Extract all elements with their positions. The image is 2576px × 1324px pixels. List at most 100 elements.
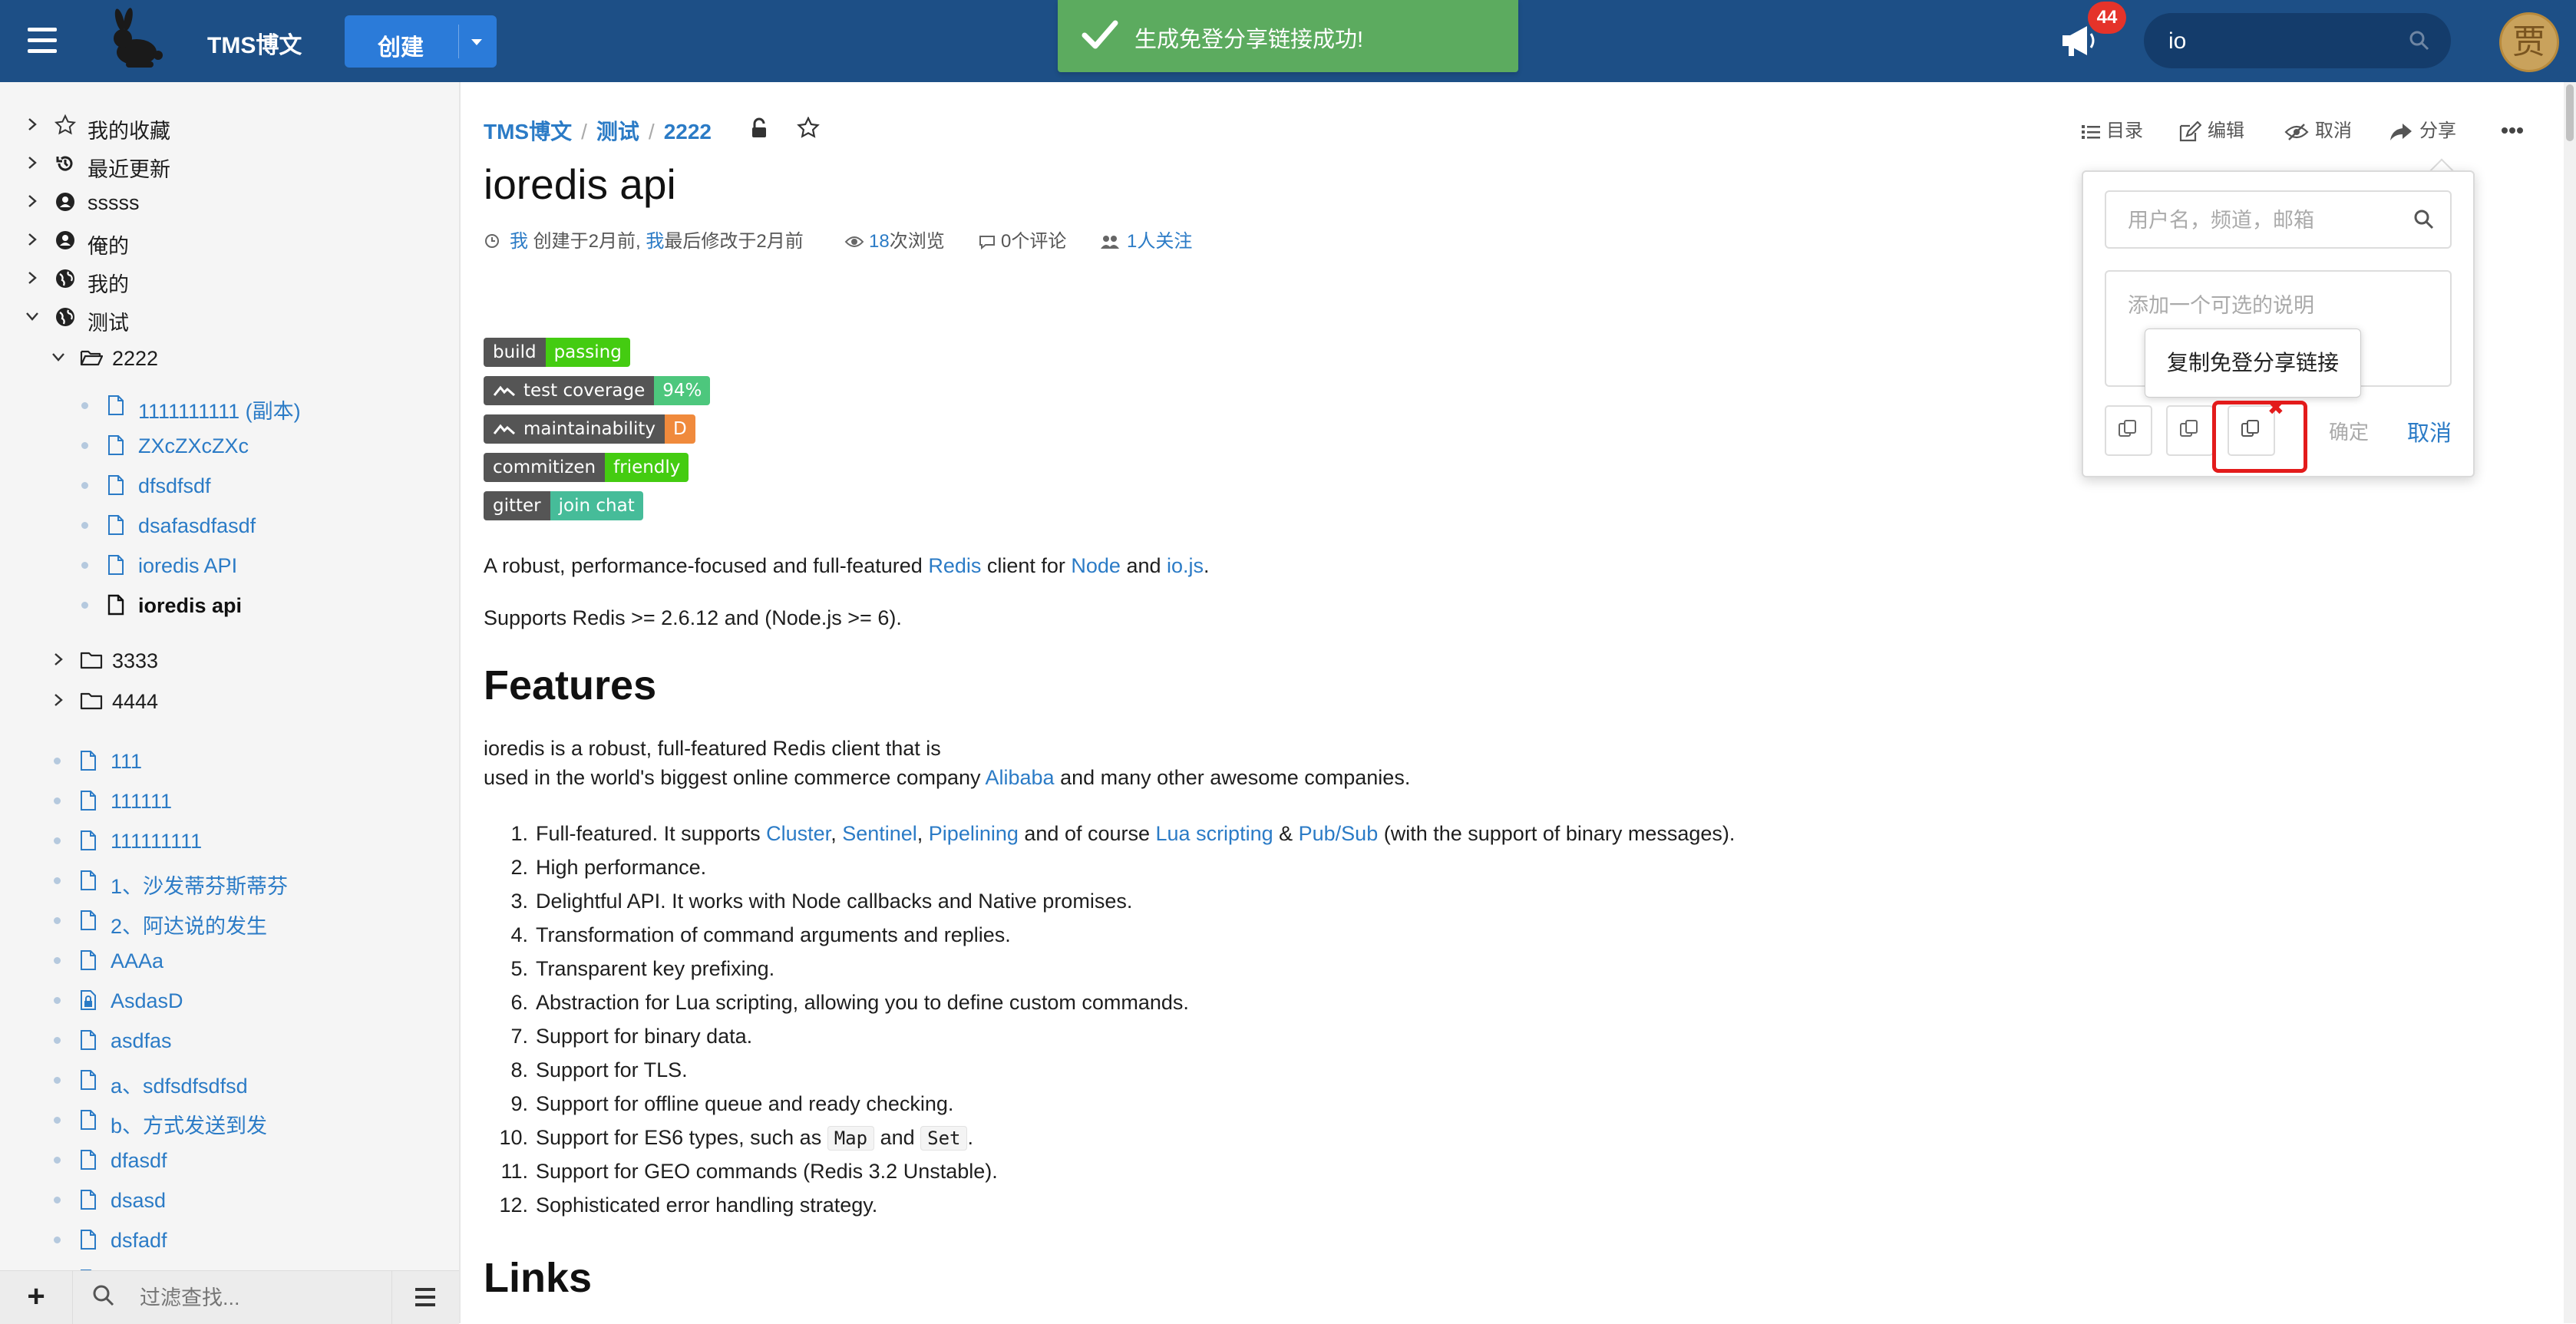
user-avatar[interactable]: 贾 — [2499, 12, 2559, 72]
global-search[interactable] — [2144, 13, 2451, 68]
toc-button[interactable]: 目录 — [2082, 115, 2143, 142]
share-user-input[interactable] — [2126, 206, 2406, 235]
sidebar-item-label: 2、阿达说的发生 — [111, 915, 268, 938]
sidebar-filter-input[interactable] — [138, 1283, 372, 1312]
create-button-label: 创建 — [378, 35, 424, 61]
highlight-box — [2212, 401, 2307, 473]
users-icon — [1101, 236, 1119, 249]
chevron-right-icon[interactable] — [25, 232, 40, 247]
file-icon — [81, 1070, 96, 1090]
edit-label: 编辑 — [2208, 121, 2244, 141]
iojs-link[interactable]: io.js — [1167, 554, 1204, 577]
page-scrollbar-thumb[interactable] — [2566, 84, 2574, 141]
chevron-down-icon[interactable] — [51, 349, 66, 365]
text: A robust, performance-focused and full-f… — [484, 554, 929, 577]
copy-button[interactable] — [2166, 405, 2214, 456]
chevron-right-icon[interactable] — [25, 270, 40, 286]
commitizen-badge[interactable]: commitizen friendly — [484, 453, 689, 482]
share-user-search[interactable] — [2105, 190, 2452, 249]
folder-icon — [80, 652, 103, 669]
chevron-right-icon[interactable] — [51, 692, 66, 708]
chevron-right-icon[interactable] — [25, 155, 40, 170]
pubsub-link[interactable]: Pub/Sub — [1299, 822, 1379, 845]
modifier-link[interactable]: 我 — [646, 231, 664, 252]
file-icon — [108, 475, 124, 495]
history-icon — [56, 156, 73, 171]
search-icon — [93, 1285, 114, 1306]
tree-bullet — [81, 562, 88, 569]
gitter-badge[interactable]: gitter join chat — [484, 491, 643, 520]
success-toast: 生成免登分享链接成功! — [1058, 0, 1518, 72]
tree-bullet — [81, 442, 88, 449]
sidebar-item-label: 1111111111 (副本) — [138, 400, 301, 423]
sidebar-item-label: 1、沙发蒂芬斯蒂芬 — [111, 875, 289, 898]
folder-icon — [80, 692, 103, 710]
views-count[interactable]: 18 — [869, 231, 890, 252]
sidebar-item-label: 我的收藏 — [88, 120, 170, 143]
maintainability-badge[interactable]: maintainability D — [484, 414, 695, 444]
global-search-input[interactable] — [2167, 25, 2400, 58]
chevron-right-icon[interactable] — [25, 117, 40, 132]
edit-button[interactable]: 编辑 — [2178, 115, 2244, 143]
list-item: 4. Transformation of command arguments an… — [510, 923, 1011, 946]
lock-icon[interactable] — [750, 117, 768, 140]
author-link[interactable]: 我 — [510, 231, 528, 252]
notification-badge[interactable]: 44 — [2088, 2, 2126, 34]
breadcrumb-link[interactable]: TMS博文 — [484, 120, 572, 144]
confirm-button[interactable]: 确定 — [2329, 417, 2369, 445]
folder-open-icon — [80, 350, 103, 366]
list-menu-icon[interactable] — [415, 1288, 438, 1308]
caret-down-icon[interactable] — [471, 39, 482, 45]
cancel-button[interactable]: 取消 — [2407, 415, 2452, 447]
file-icon — [81, 830, 96, 850]
tree-bullet — [54, 1077, 61, 1084]
unwatch-button[interactable]: 取消 — [2284, 115, 2352, 142]
lua-scripting-link[interactable]: Lua scripting — [1156, 822, 1273, 845]
file-icon — [81, 791, 96, 811]
intro-paragraph: A robust, performance-focused and full-f… — [484, 554, 1210, 578]
code-set: Set — [920, 1126, 968, 1151]
breadcrumb-link[interactable]: 测试 — [596, 120, 639, 144]
breadcrumb-link[interactable]: 2222 — [664, 120, 712, 144]
more-options-icon[interactable] — [2501, 127, 2524, 134]
menu-icon[interactable] — [28, 28, 57, 54]
pipelining-link[interactable]: Pipelining — [929, 822, 1019, 845]
copy-button[interactable] — [2105, 405, 2152, 456]
file-icon — [108, 515, 124, 535]
file-icon — [108, 555, 124, 575]
followers-link[interactable]: 1人关注 — [1127, 231, 1192, 252]
add-icon[interactable]: + — [0, 1271, 73, 1324]
list-item: 6. Abstraction for Lua scripting, allowin… — [510, 991, 1189, 1014]
star-icon[interactable] — [797, 117, 820, 140]
node-link[interactable]: Node — [1071, 554, 1121, 577]
search-icon[interactable] — [2409, 30, 2430, 51]
sentinel-link[interactable]: Sentinel — [842, 822, 917, 845]
rabbit-logo-icon[interactable] — [106, 8, 166, 71]
chevron-right-icon[interactable] — [25, 193, 40, 209]
create-button[interactable]: 创建 — [345, 15, 497, 68]
file-icon — [108, 435, 124, 455]
redis-link[interactable]: Redis — [928, 554, 981, 577]
brand-name[interactable]: TMS博文 — [207, 26, 302, 60]
file-icon — [81, 1110, 96, 1130]
text: and — [1120, 554, 1167, 577]
coverage-badge[interactable]: test coverage 94% — [484, 376, 711, 405]
page-scrollbar[interactable] — [2564, 82, 2576, 1323]
build-badge[interactable]: build passing — [484, 338, 630, 367]
sidebar-item-label: sssss — [88, 191, 140, 214]
cluster-link[interactable]: Cluster — [766, 822, 831, 845]
chevron-right-icon[interactable] — [51, 652, 66, 667]
badge-value: D — [665, 414, 695, 444]
code-map: Map — [827, 1126, 875, 1151]
tree-bullet — [54, 997, 61, 1004]
created-text: 创建于2月前, — [533, 231, 641, 252]
alibaba-link[interactable]: Alibaba — [986, 766, 1055, 789]
comments-count[interactable]: 0个评论 — [1001, 231, 1066, 252]
sidebar-menu-button[interactable] — [391, 1271, 460, 1324]
share-button[interactable]: 分享 — [2389, 115, 2456, 142]
eye-slash-icon — [2284, 123, 2309, 140]
chevron-down-icon[interactable] — [25, 309, 40, 324]
edit-icon — [2179, 121, 2202, 141]
tree-bullet — [54, 877, 61, 884]
badge-value: 94% — [654, 376, 711, 405]
